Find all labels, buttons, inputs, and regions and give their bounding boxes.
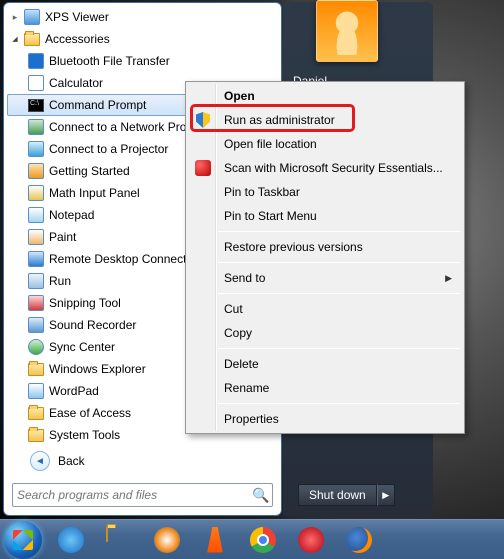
submenu-arrow-icon: ▶	[445, 273, 452, 284]
paint-icon	[27, 228, 45, 246]
taskbar-chrome[interactable]	[240, 522, 286, 558]
taskbar-opera[interactable]	[288, 522, 334, 558]
chrome-icon	[250, 527, 276, 553]
taskbar-ie[interactable]	[48, 522, 94, 558]
program-label: Snipping Tool	[49, 296, 121, 310]
program-label: XPS Viewer	[45, 10, 109, 24]
back-button[interactable]: ◄ Back	[4, 445, 281, 477]
program-label: Windows Explorer	[49, 362, 146, 376]
cm-scan[interactable]: Scan with Microsoft Security Essentials.…	[188, 156, 462, 180]
folder-icon	[27, 360, 45, 378]
cm-run-as-admin[interactable]: Run as administrator	[188, 108, 462, 132]
program-item-accessories[interactable]: Accessories	[7, 28, 281, 50]
program-label: Connect to a Projector	[49, 142, 168, 156]
program-label: Remote Desktop Connecti	[49, 252, 189, 266]
shutdown-button[interactable]: Shut down	[298, 484, 377, 506]
expand-open-icon	[9, 33, 21, 45]
shield-icon	[194, 111, 212, 129]
folder-icon	[27, 404, 45, 422]
program-item-bluetooth[interactable]: Bluetooth File Transfer	[7, 50, 281, 72]
taskbar	[0, 519, 504, 559]
program-item-xpsviewer[interactable]: XPS Viewer	[7, 6, 281, 28]
cm-rename[interactable]: Rename	[188, 376, 462, 400]
program-label: Ease of Access	[49, 406, 131, 420]
expand-icon	[9, 11, 21, 23]
taskbar-vlc[interactable]	[192, 522, 238, 558]
program-label: Sync Center	[49, 340, 115, 354]
cm-pin-startmenu[interactable]: Pin to Start Menu	[188, 204, 462, 228]
security-icon	[194, 159, 212, 177]
separator	[218, 348, 460, 349]
notepad-icon	[27, 206, 45, 224]
microphone-icon	[27, 316, 45, 334]
search-input[interactable]	[17, 488, 252, 502]
cm-copy[interactable]: Copy	[188, 321, 462, 345]
wordpad-icon	[27, 382, 45, 400]
cm-cut[interactable]: Cut	[188, 297, 462, 321]
search-container: 🔍	[4, 477, 281, 515]
taskbar-wmp[interactable]	[144, 522, 190, 558]
scissors-icon	[27, 294, 45, 312]
program-label: Calculator	[49, 76, 103, 90]
start-button[interactable]	[4, 521, 42, 559]
opera-icon	[298, 527, 324, 553]
rdp-icon	[27, 250, 45, 268]
firefox-icon	[346, 527, 372, 553]
bluetooth-icon	[27, 52, 45, 70]
program-label: Command Prompt	[49, 98, 146, 112]
context-menu: Open Run as administrator Open file loca…	[185, 81, 465, 434]
folder-icon	[23, 30, 41, 48]
cmd-icon	[27, 96, 45, 114]
cm-send-to[interactable]: Send to▶	[188, 266, 462, 290]
sync-icon	[27, 338, 45, 356]
back-arrow-icon: ◄	[30, 451, 50, 471]
folder-icon	[106, 527, 132, 553]
cm-restore[interactable]: Restore previous versions	[188, 235, 462, 259]
search-box[interactable]: 🔍	[12, 483, 273, 507]
cm-open[interactable]: Open	[188, 84, 462, 108]
cm-open-file-location[interactable]: Open file location	[188, 132, 462, 156]
projector-icon	[27, 140, 45, 158]
shutdown-group: Shut down ▶	[298, 484, 395, 506]
xps-icon	[23, 8, 41, 26]
getstarted-icon	[27, 162, 45, 180]
search-icon[interactable]: 🔍	[252, 487, 268, 504]
program-label: Connect to a Network Pro	[49, 120, 186, 134]
program-label: Sound Recorder	[49, 318, 136, 332]
back-label: Back	[58, 454, 85, 468]
program-label: Getting Started	[49, 164, 130, 178]
cm-delete[interactable]: Delete	[188, 352, 462, 376]
folder-icon	[27, 426, 45, 444]
separator	[218, 293, 460, 294]
calculator-icon	[27, 74, 45, 92]
program-label: Paint	[49, 230, 76, 244]
taskbar-explorer[interactable]	[96, 522, 142, 558]
cm-properties[interactable]: Properties	[188, 407, 462, 431]
program-label: Notepad	[49, 208, 94, 222]
user-picture[interactable]	[316, 0, 378, 62]
shutdown-menu-arrow[interactable]: ▶	[377, 484, 395, 506]
separator	[218, 231, 460, 232]
ie-icon	[58, 527, 84, 553]
program-label: Accessories	[45, 32, 110, 46]
vlc-icon	[202, 527, 228, 553]
math-icon	[27, 184, 45, 202]
program-label: Math Input Panel	[49, 186, 140, 200]
program-label: System Tools	[49, 428, 120, 442]
program-label: Bluetooth File Transfer	[49, 54, 170, 68]
projector-icon	[27, 118, 45, 136]
run-icon	[27, 272, 45, 290]
wmp-icon	[154, 527, 180, 553]
separator	[218, 403, 460, 404]
taskbar-firefox[interactable]	[336, 522, 382, 558]
cm-pin-taskbar[interactable]: Pin to Taskbar	[188, 180, 462, 204]
separator	[218, 262, 460, 263]
program-label: Run	[49, 274, 71, 288]
program-label: WordPad	[49, 384, 99, 398]
